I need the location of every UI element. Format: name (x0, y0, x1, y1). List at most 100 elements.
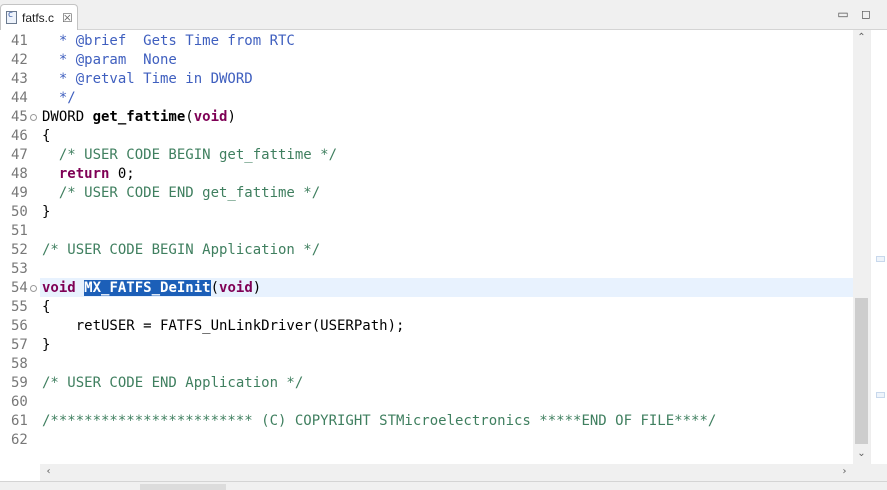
code-token: } (42, 337, 51, 353)
gutter-line: 55 (0, 298, 40, 317)
line-number: 61 (11, 413, 28, 429)
tab-fatfs-c[interactable]: fatfs.c ☒ (0, 4, 78, 30)
scroll-up-icon[interactable]: ⌃ (853, 32, 870, 43)
close-icon[interactable]: ☒ (62, 11, 73, 25)
line-number: 49 (11, 185, 28, 201)
line-number: 53 (11, 261, 28, 277)
code-token: } (42, 204, 51, 220)
line-number: 59 (11, 375, 28, 391)
bottom-panel-tab[interactable] (140, 484, 226, 490)
gutter-line: 59 (0, 374, 40, 393)
line-number: 50 (11, 204, 28, 220)
maximize-icon[interactable]: ◻ (859, 7, 873, 21)
overview-ruler[interactable] (870, 30, 887, 464)
code-line[interactable]: /************************ (C) COPYRIGHT … (42, 412, 716, 431)
gutter-line: 44 (0, 89, 40, 108)
vertical-scrollbar[interactable]: ⌃ ⌄ (853, 30, 870, 464)
code-token: ( (185, 109, 194, 125)
code-token: void (219, 280, 253, 296)
gutter-line: 49 (0, 184, 40, 203)
code-line[interactable]: } (42, 203, 50, 222)
gutter-line: 50 (0, 203, 40, 222)
code-token: retUSER = FATFS_UnLinkDriver(USERPath); (42, 318, 405, 334)
gutter-line: 53 (0, 260, 40, 279)
gutter-line: 62 (0, 431, 40, 450)
code-token: * @param None (42, 52, 177, 68)
gutter-line: 48 (0, 165, 40, 184)
fold-toggle-icon[interactable] (30, 114, 37, 121)
scroll-down-icon[interactable]: ⌄ (853, 448, 870, 459)
line-number: 46 (11, 128, 28, 144)
overview-marker[interactable] (876, 256, 885, 262)
code-token: /* USER CODE BEGIN get_fattime */ (42, 147, 338, 163)
code-token: DWORD (42, 109, 93, 125)
line-number: 56 (11, 318, 28, 334)
code-line[interactable]: */ (42, 89, 76, 108)
selected-text: MX_FATFS_DeInit (84, 280, 211, 296)
tab-label: fatfs.c (22, 10, 55, 25)
gutter-line: 51 (0, 222, 40, 241)
code-token: return (58, 166, 110, 182)
line-number: 47 (11, 147, 28, 163)
code-line[interactable]: return 0; (42, 165, 135, 184)
code-line[interactable]: /* USER CODE BEGIN get_fattime */ (42, 146, 337, 165)
gutter-line: 60 (0, 393, 40, 412)
gutter-line: 57 (0, 336, 40, 355)
line-number: 57 (11, 337, 28, 353)
code-line[interactable]: /* USER CODE END Application */ (42, 374, 303, 393)
gutter-line: 47 (0, 146, 40, 165)
line-number: 44 (11, 90, 28, 106)
gutter-line: 56 (0, 317, 40, 336)
code-token: /* USER CODE BEGIN Application */ (42, 242, 321, 258)
code-token: /* USER CODE END Application */ (42, 375, 304, 391)
line-number: 62 (11, 432, 28, 448)
code-line[interactable]: DWORD get_fattime(void) (42, 108, 236, 127)
code-token: */ (42, 90, 76, 106)
code-line[interactable]: /* USER CODE BEGIN Application */ (42, 241, 320, 260)
minimize-icon[interactable]: ▭ (836, 7, 850, 21)
code-editor[interactable]: 41 42 43 44 45 46 47 48 49 50 51 52 53 54 55 56 57 58 59 60… (0, 30, 887, 464)
line-number: 55 (11, 299, 28, 315)
line-number-gutter: 41 42 43 44 45 46 47 48 49 50 51 52 53 54 55 56 57 58 59 60… (0, 30, 40, 464)
code-line[interactable]: /* USER CODE END get_fattime */ (42, 184, 320, 203)
line-number: 51 (11, 223, 28, 239)
code-line[interactable]: * @brief Gets Time from RTC (42, 32, 295, 51)
line-number: 43 (11, 71, 28, 87)
code-token: 0; (109, 166, 135, 182)
editor-tab-bar: fatfs.c ☒ ▭ ◻ (0, 0, 887, 30)
line-number: 42 (11, 52, 28, 68)
gutter-line: 52 (0, 241, 40, 260)
code-token: ( (210, 280, 220, 296)
code-token: { (42, 299, 51, 315)
code-line[interactable]: void MX_FATFS_DeInit(void) (42, 279, 261, 298)
code-line[interactable]: retUSER = FATFS_UnLinkDriver(USERPath); (42, 317, 405, 336)
code-token: { (42, 128, 51, 144)
vertical-scroll-thumb[interactable] (855, 298, 868, 444)
line-number: 52 (11, 242, 28, 258)
fold-toggle-icon[interactable] (30, 285, 37, 292)
scroll-left-icon[interactable]: ‹ (40, 466, 57, 477)
code-token: get_fattime (92, 109, 186, 125)
line-number: 54 (11, 280, 28, 296)
code-line[interactable]: * @param None (42, 51, 177, 70)
gutter-line: 58 (0, 355, 40, 374)
code-token: * @brief Gets Time from RTC (42, 33, 295, 49)
code-line[interactable]: { (42, 298, 50, 317)
code-token: /************************ (C) COPYRIGHT … (42, 413, 717, 429)
code-line[interactable]: } (42, 336, 50, 355)
code-line[interactable]: { (42, 127, 50, 146)
line-number: 45 (11, 109, 28, 125)
code-token: ) (252, 280, 262, 296)
line-number: 41 (11, 33, 28, 49)
gutter-line: 45 (0, 108, 40, 127)
code-token: ) (227, 109, 236, 125)
gutter-line: 41 (0, 32, 40, 51)
horizontal-scrollbar[interactable]: ‹ › (40, 464, 853, 481)
gutter-line: 43 (0, 70, 40, 89)
overview-marker[interactable] (876, 392, 885, 398)
code-line[interactable]: * @retval Time in DWORD (42, 70, 253, 89)
scroll-right-icon[interactable]: › (836, 466, 853, 477)
line-number: 48 (11, 166, 28, 182)
gutter-line: 42 (0, 51, 40, 70)
